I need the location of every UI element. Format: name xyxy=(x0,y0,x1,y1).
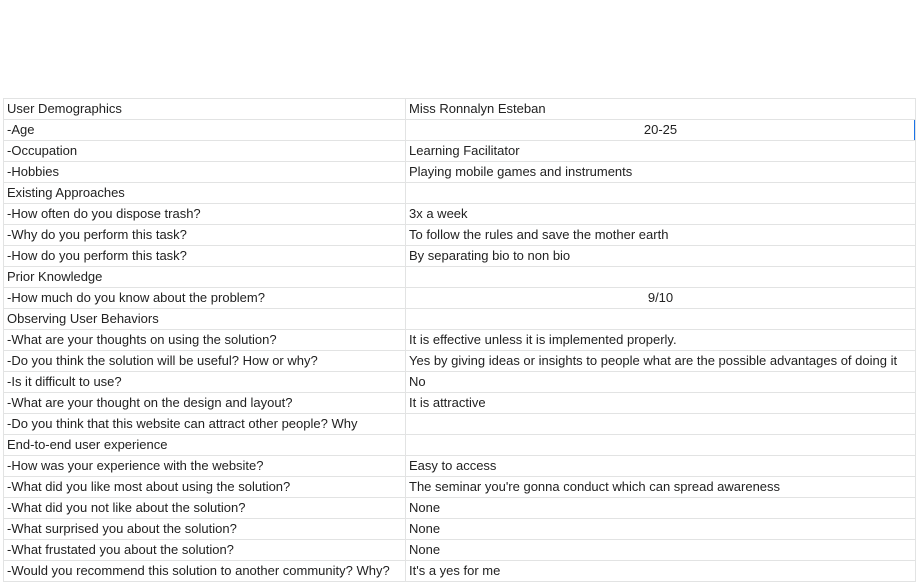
answer-cell[interactable] xyxy=(406,435,916,455)
table-row: -Is it difficult to use? No xyxy=(3,372,916,393)
table-row: -What are your thoughts on using the sol… xyxy=(3,330,916,351)
question-cell[interactable]: End-to-end user experience xyxy=(3,435,406,455)
answer-cell[interactable] xyxy=(406,414,916,434)
question-cell[interactable]: Existing Approaches xyxy=(3,183,406,203)
question-cell[interactable]: -Occupation xyxy=(3,141,406,161)
answer-cell[interactable]: No xyxy=(406,372,916,392)
answer-cell[interactable]: None xyxy=(406,519,916,539)
question-cell[interactable]: -Do you think the solution will be usefu… xyxy=(3,351,406,371)
question-cell[interactable]: -What did you not like about the solutio… xyxy=(3,498,406,518)
table-row: End-to-end user experience xyxy=(3,435,916,456)
table-row: -What are your thought on the design and… xyxy=(3,393,916,414)
spreadsheet-grid: User Demographics Miss Ronnalyn Esteban -A… xyxy=(3,98,916,582)
question-cell[interactable]: User Demographics xyxy=(3,99,406,119)
answer-cell[interactable]: Playing mobile games and instruments xyxy=(406,162,916,182)
question-cell[interactable]: -Why do you perform this task? xyxy=(3,225,406,245)
answer-cell-selected[interactable]: 20-25 xyxy=(406,120,916,140)
answer-cell[interactable]: To follow the rules and save the mother … xyxy=(406,225,916,245)
table-row: -What did you not like about the solutio… xyxy=(3,498,916,519)
answer-cell[interactable]: Easy to access xyxy=(406,456,916,476)
answer-cell[interactable]: Learning Facilitator xyxy=(406,141,916,161)
table-row: -Age 20-25 xyxy=(3,120,916,141)
question-cell[interactable]: -Age xyxy=(3,120,406,140)
question-cell[interactable]: -What frustated you about the solution? xyxy=(3,540,406,560)
table-row: Prior Knowledge xyxy=(3,267,916,288)
question-cell[interactable]: -How much do you know about the problem? xyxy=(3,288,406,308)
answer-cell[interactable]: None xyxy=(406,498,916,518)
answer-cell[interactable]: 9/10 xyxy=(406,288,916,308)
table-row: -Would you recommend this solution to an… xyxy=(3,561,916,582)
table-row: -How often do you dispose trash? 3x a wee… xyxy=(3,204,916,225)
answer-cell[interactable]: The seminar you're gonna conduct which c… xyxy=(406,477,916,497)
table-row: Existing Approaches xyxy=(3,183,916,204)
answer-cell[interactable] xyxy=(406,309,916,329)
answer-cell[interactable] xyxy=(406,183,916,203)
table-row: -Why do you perform this task? To follow … xyxy=(3,225,916,246)
table-row: -How was your experience with the websit… xyxy=(3,456,916,477)
answer-cell[interactable]: It is attractive xyxy=(406,393,916,413)
table-row: -Hobbies Playing mobile games and instrum… xyxy=(3,162,916,183)
answer-cell[interactable]: Yes by giving ideas or insights to peopl… xyxy=(406,351,916,371)
table-row: Observing User Behaviors xyxy=(3,309,916,330)
answer-cell[interactable]: By separating bio to non bio xyxy=(406,246,916,266)
table-row: -Occupation Learning Facilitator xyxy=(3,141,916,162)
table-row: -How much do you know about the problem?… xyxy=(3,288,916,309)
table-row: -Do you think that this website can attr… xyxy=(3,414,916,435)
answer-cell[interactable] xyxy=(406,267,916,287)
table-row: -Do you think the solution will be usefu… xyxy=(3,351,916,372)
question-cell[interactable]: -Would you recommend this solution to an… xyxy=(3,561,406,581)
question-cell[interactable]: -What are your thoughts on using the sol… xyxy=(3,330,406,350)
table-row: -What frustated you about the solution? N… xyxy=(3,540,916,561)
question-cell[interactable]: -How do you perform this task? xyxy=(3,246,406,266)
answer-cell[interactable]: It is effective unless it is implemented… xyxy=(406,330,916,350)
question-cell[interactable]: -What did you like most about using the … xyxy=(3,477,406,497)
table-row: -What did you like most about using the … xyxy=(3,477,916,498)
answer-cell[interactable]: It's a yes for me xyxy=(406,561,916,581)
answer-cell[interactable]: None xyxy=(406,540,916,560)
question-cell[interactable]: -Hobbies xyxy=(3,162,406,182)
answer-cell[interactable]: 3x a week xyxy=(406,204,916,224)
question-cell[interactable]: Observing User Behaviors xyxy=(3,309,406,329)
question-cell[interactable]: -How often do you dispose trash? xyxy=(3,204,406,224)
question-cell[interactable]: -How was your experience with the websit… xyxy=(3,456,406,476)
table-row: -What surprised you about the solution? N… xyxy=(3,519,916,540)
table-row: User Demographics Miss Ronnalyn Esteban xyxy=(3,99,916,120)
question-cell[interactable]: -Is it difficult to use? xyxy=(3,372,406,392)
question-cell[interactable]: -What are your thought on the design and… xyxy=(3,393,406,413)
table-row: -How do you perform this task? By separat… xyxy=(3,246,916,267)
question-cell[interactable]: -What surprised you about the solution? xyxy=(3,519,406,539)
question-cell[interactable]: Prior Knowledge xyxy=(3,267,406,287)
answer-cell[interactable]: Miss Ronnalyn Esteban xyxy=(406,99,916,119)
question-cell[interactable]: -Do you think that this website can attr… xyxy=(3,414,406,434)
